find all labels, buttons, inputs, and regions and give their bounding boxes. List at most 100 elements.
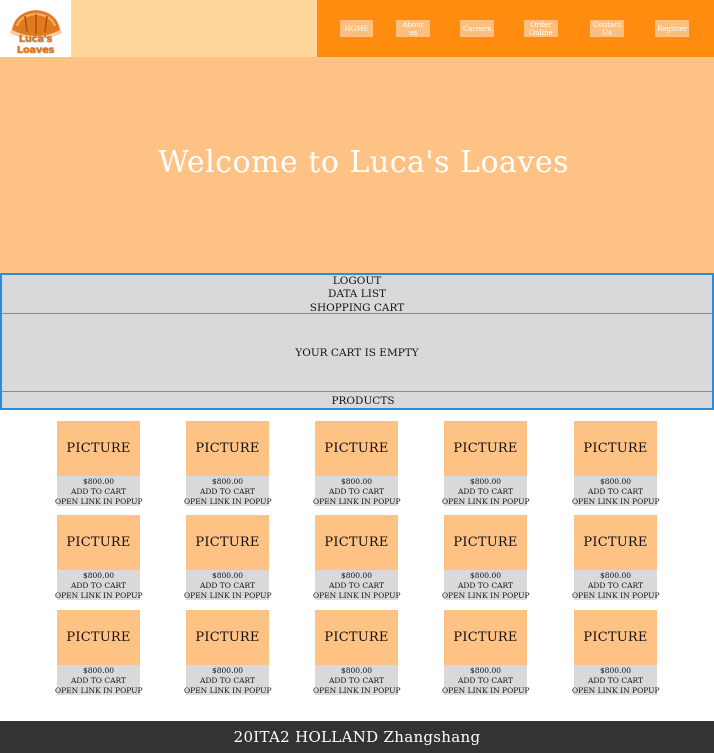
- open-popup-link[interactable]: OPEN LINK IN POPUP: [184, 686, 272, 695]
- product-price: $800.00: [82, 477, 114, 486]
- cart-box: YOUR CART IS EMPTY: [2, 313, 712, 392]
- product-price: $800.00: [211, 571, 243, 580]
- site-footer: 20ITA2 HOLLAND Zhangshang: [0, 721, 714, 753]
- open-popup-link[interactable]: OPEN LINK IN POPUP: [572, 686, 660, 695]
- product-price: $800.00: [211, 666, 243, 675]
- product-card: PICTURE $800.00 ADD TO CART OPEN LINK IN PO…: [442, 515, 530, 600]
- open-popup-link[interactable]: OPEN LINK IN POPUP: [313, 591, 401, 600]
- product-card: PICTURE $800.00 ADD TO CART OPEN LINK IN PO…: [313, 610, 401, 695]
- product-card: PICTURE $800.00 ADD TO CART OPEN LINK IN PO…: [572, 421, 660, 506]
- add-to-cart-link[interactable]: ADD TO CART: [184, 487, 271, 496]
- add-to-cart-link[interactable]: ADD TO CART: [442, 581, 529, 590]
- product-info: $800.00 ADD TO CART OPEN LINK IN POPUP: [55, 665, 143, 695]
- product-info: $800.00 ADD TO CART OPEN LINK IN POPUP: [572, 570, 660, 600]
- add-to-cart-link[interactable]: ADD TO CART: [313, 581, 400, 590]
- nav-home[interactable]: HOME: [340, 20, 373, 37]
- nav-order-online[interactable]: Order Online: [524, 20, 558, 37]
- add-to-cart-link[interactable]: ADD TO CART: [55, 676, 142, 685]
- product-info: $800.00 ADD TO CART OPEN LINK IN POPUP: [313, 665, 401, 695]
- product-picture[interactable]: PICTURE: [315, 421, 398, 476]
- header-left-band: Luca's Loaves: [0, 0, 317, 57]
- open-popup-link[interactable]: OPEN LINK IN POPUP: [313, 686, 401, 695]
- product-picture[interactable]: PICTURE: [574, 610, 657, 665]
- footer-text: 20ITA2 HOLLAND Zhangshang: [233, 728, 481, 746]
- add-to-cart-link[interactable]: ADD TO CART: [313, 487, 400, 496]
- open-popup-link[interactable]: OPEN LINK IN POPUP: [442, 591, 530, 600]
- add-to-cart-link[interactable]: ADD TO CART: [55, 487, 142, 496]
- product-info: $800.00 ADD TO CART OPEN LINK IN POPUP: [313, 570, 401, 600]
- product-picture[interactable]: PICTURE: [444, 515, 527, 570]
- add-to-cart-link[interactable]: ADD TO CART: [572, 581, 659, 590]
- product-picture[interactable]: PICTURE: [186, 421, 269, 476]
- open-popup-link[interactable]: OPEN LINK IN POPUP: [442, 686, 530, 695]
- hero-banner: Welcome to Luca's Loaves: [0, 57, 714, 273]
- open-popup-link[interactable]: OPEN LINK IN POPUP: [572, 497, 660, 506]
- product-price: $800.00: [82, 571, 114, 580]
- open-popup-link[interactable]: OPEN LINK IN POPUP: [184, 591, 272, 600]
- nav-careers[interactable]: Careers: [460, 20, 494, 37]
- product-price: $800.00: [469, 571, 501, 580]
- data-list-link[interactable]: DATA LIST: [2, 288, 712, 301]
- product-card: PICTURE $800.00 ADD TO CART OPEN LINK IN PO…: [572, 610, 660, 695]
- add-to-cart-link[interactable]: ADD TO CART: [313, 676, 400, 685]
- product-picture[interactable]: PICTURE: [315, 515, 398, 570]
- product-card: PICTURE $800.00 ADD TO CART OPEN LINK IN PO…: [572, 515, 660, 600]
- product-card: PICTURE $800.00 ADD TO CART OPEN LINK IN PO…: [55, 515, 143, 600]
- brand-logo[interactable]: Luca's Loaves: [0, 0, 71, 57]
- product-card: PICTURE $800.00 ADD TO CART OPEN LINK IN PO…: [55, 610, 143, 695]
- product-info: $800.00 ADD TO CART OPEN LINK IN POPUP: [55, 476, 143, 506]
- product-picture[interactable]: PICTURE: [315, 610, 398, 665]
- product-picture[interactable]: PICTURE: [57, 610, 140, 665]
- nav-about-us[interactable]: About us: [396, 20, 430, 37]
- product-card: PICTURE $800.00 ADD TO CART OPEN LINK IN PO…: [442, 421, 530, 506]
- product-picture[interactable]: PICTURE: [57, 515, 140, 570]
- open-popup-link[interactable]: OPEN LINK IN POPUP: [313, 497, 401, 506]
- hero-title: Welcome to Luca's Loaves: [157, 145, 570, 180]
- open-popup-link[interactable]: OPEN LINK IN POPUP: [442, 497, 530, 506]
- product-price: $800.00: [340, 666, 372, 675]
- product-price: $800.00: [599, 571, 631, 580]
- site-header: Luca's Loaves HOME About us Careers Orde…: [0, 0, 714, 57]
- product-card: PICTURE $800.00 ADD TO CART OPEN LINK IN PO…: [184, 515, 272, 600]
- product-info: $800.00 ADD TO CART OPEN LINK IN POPUP: [184, 476, 272, 506]
- product-picture[interactable]: PICTURE: [574, 421, 657, 476]
- product-info: $800.00 ADD TO CART OPEN LINK IN POPUP: [442, 665, 530, 695]
- user-panel: LOGOUT DATA LIST SHOPPING CART YOUR CART…: [0, 273, 714, 410]
- product-picture[interactable]: PICTURE: [444, 421, 527, 476]
- product-card: PICTURE $800.00 ADD TO CART OPEN LINK IN PO…: [184, 421, 272, 506]
- product-picture[interactable]: PICTURE: [186, 610, 269, 665]
- open-popup-link[interactable]: OPEN LINK IN POPUP: [184, 497, 272, 506]
- add-to-cart-link[interactable]: ADD TO CART: [442, 676, 529, 685]
- product-price: $800.00: [599, 666, 631, 675]
- product-picture[interactable]: PICTURE: [574, 515, 657, 570]
- nav-register[interactable]: Register: [655, 20, 689, 37]
- cart-status: YOUR CART IS EMPTY: [295, 346, 419, 359]
- product-info: $800.00 ADD TO CART OPEN LINK IN POPUP: [55, 570, 143, 600]
- product-price: $800.00: [469, 477, 501, 486]
- add-to-cart-link[interactable]: ADD TO CART: [184, 676, 271, 685]
- add-to-cart-link[interactable]: ADD TO CART: [55, 581, 142, 590]
- product-picture[interactable]: PICTURE: [444, 610, 527, 665]
- add-to-cart-link[interactable]: ADD TO CART: [572, 487, 659, 496]
- product-price: $800.00: [469, 666, 501, 675]
- products-grid: PICTURE $800.00 ADD TO CART OPEN LINK IN PO…: [0, 410, 714, 721]
- product-price: $800.00: [82, 666, 114, 675]
- open-popup-link[interactable]: OPEN LINK IN POPUP: [55, 591, 143, 600]
- product-info: $800.00 ADD TO CART OPEN LINK IN POPUP: [184, 570, 272, 600]
- product-price: $800.00: [340, 477, 372, 486]
- product-picture[interactable]: PICTURE: [57, 421, 140, 476]
- add-to-cart-link[interactable]: ADD TO CART: [572, 676, 659, 685]
- product-info: $800.00 ADD TO CART OPEN LINK IN POPUP: [572, 476, 660, 506]
- logout-link[interactable]: LOGOUT: [2, 275, 712, 288]
- open-popup-link[interactable]: OPEN LINK IN POPUP: [572, 591, 660, 600]
- product-info: $800.00 ADD TO CART OPEN LINK IN POPUP: [313, 476, 401, 506]
- logo-text: Luca's Loaves: [16, 34, 55, 56]
- product-picture[interactable]: PICTURE: [186, 515, 269, 570]
- nav-contact-us[interactable]: Contact Us: [590, 20, 624, 37]
- product-price: $800.00: [211, 477, 243, 486]
- add-to-cart-link[interactable]: ADD TO CART: [184, 581, 271, 590]
- product-info: $800.00 ADD TO CART OPEN LINK IN POPUP: [442, 476, 530, 506]
- add-to-cart-link[interactable]: ADD TO CART: [442, 487, 529, 496]
- open-popup-link[interactable]: OPEN LINK IN POPUP: [55, 497, 143, 506]
- open-popup-link[interactable]: OPEN LINK IN POPUP: [55, 686, 143, 695]
